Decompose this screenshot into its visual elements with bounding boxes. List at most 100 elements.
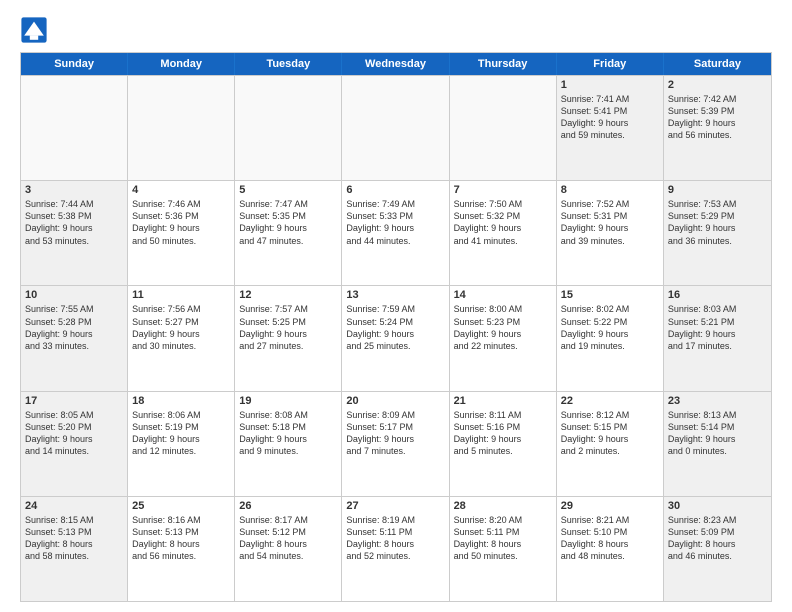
cell-info-line: and 30 minutes. (132, 340, 230, 352)
day-number: 28 (454, 500, 552, 512)
cell-info-line: Daylight: 9 hours (668, 222, 767, 234)
day-number: 16 (668, 289, 767, 301)
day-number: 13 (346, 289, 444, 301)
cell-info-line: Daylight: 8 hours (561, 538, 659, 550)
cell-info-line: Sunset: 5:12 PM (239, 526, 337, 538)
empty-cell (342, 76, 449, 180)
cell-info-line: Daylight: 9 hours (346, 222, 444, 234)
cell-info-line: and 33 minutes. (25, 340, 123, 352)
cell-info-line: Sunset: 5:28 PM (25, 316, 123, 328)
calendar-body: 1Sunrise: 7:41 AMSunset: 5:41 PMDaylight… (21, 75, 771, 601)
cell-info-line: Daylight: 9 hours (346, 433, 444, 445)
cell-info-line: Sunset: 5:16 PM (454, 421, 552, 433)
cell-info-line: Sunrise: 8:20 AM (454, 514, 552, 526)
cell-info-line: Sunset: 5:24 PM (346, 316, 444, 328)
empty-cell (235, 76, 342, 180)
cell-info-line: Sunrise: 8:08 AM (239, 409, 337, 421)
cell-info-line: and 5 minutes. (454, 445, 552, 457)
day-number: 17 (25, 395, 123, 407)
day-number: 26 (239, 500, 337, 512)
cell-info-line: Daylight: 9 hours (454, 222, 552, 234)
day-number: 19 (239, 395, 337, 407)
day-number: 22 (561, 395, 659, 407)
cell-info-line: Sunrise: 8:21 AM (561, 514, 659, 526)
cell-info-line: Sunset: 5:17 PM (346, 421, 444, 433)
day-cell-28: 28Sunrise: 8:20 AMSunset: 5:11 PMDayligh… (450, 497, 557, 601)
cell-info-line: Sunrise: 7:47 AM (239, 198, 337, 210)
cell-info-line: Sunset: 5:39 PM (668, 105, 767, 117)
cell-info-line: Daylight: 8 hours (239, 538, 337, 550)
empty-cell (21, 76, 128, 180)
cell-info-line: Sunset: 5:09 PM (668, 526, 767, 538)
cell-info-line: Daylight: 9 hours (668, 328, 767, 340)
day-number: 15 (561, 289, 659, 301)
cell-info-line: and 0 minutes. (668, 445, 767, 457)
day-header-saturday: Saturday (664, 53, 771, 75)
cell-info-line: Daylight: 9 hours (239, 433, 337, 445)
cell-info-line: Sunset: 5:23 PM (454, 316, 552, 328)
cell-info-line: and 48 minutes. (561, 550, 659, 562)
cell-info-line: and 41 minutes. (454, 235, 552, 247)
day-cell-23: 23Sunrise: 8:13 AMSunset: 5:14 PMDayligh… (664, 392, 771, 496)
day-number: 2 (668, 79, 767, 91)
day-number: 25 (132, 500, 230, 512)
cell-info-line: Sunrise: 7:49 AM (346, 198, 444, 210)
cell-info-line: Sunset: 5:15 PM (561, 421, 659, 433)
day-number: 4 (132, 184, 230, 196)
cell-info-line: and 47 minutes. (239, 235, 337, 247)
cell-info-line: Sunset: 5:29 PM (668, 210, 767, 222)
page: SundayMondayTuesdayWednesdayThursdayFrid… (0, 0, 792, 612)
calendar-header: SundayMondayTuesdayWednesdayThursdayFrid… (21, 53, 771, 75)
day-cell-30: 30Sunrise: 8:23 AMSunset: 5:09 PMDayligh… (664, 497, 771, 601)
day-cell-13: 13 Sunrise: 7:59 AMSunset: 5:24 PMDayligh… (342, 286, 449, 390)
day-number: 3 (25, 184, 123, 196)
day-cell-6: 6Sunrise: 7:49 AMSunset: 5:33 PMDaylight… (342, 181, 449, 285)
cell-info-line: and 27 minutes. (239, 340, 337, 352)
cell-info-line: Sunrise: 8:19 AM (346, 514, 444, 526)
cell-info-line: Sunrise: 8:03 AM (668, 303, 767, 315)
cell-info-line: Sunrise: 8:15 AM (25, 514, 123, 526)
cell-info-line: Daylight: 9 hours (239, 222, 337, 234)
cell-info-line: Daylight: 8 hours (454, 538, 552, 550)
cell-info-line: and 59 minutes. (561, 129, 659, 141)
cell-info-line: Sunrise: 7:59 AM (346, 303, 444, 315)
day-number: 29 (561, 500, 659, 512)
cell-info-line: Sunrise: 8:17 AM (239, 514, 337, 526)
day-number: 21 (454, 395, 552, 407)
day-cell-12: 12Sunrise: 7:57 AMSunset: 5:25 PMDayligh… (235, 286, 342, 390)
cell-info-line: Sunset: 5:25 PM (239, 316, 337, 328)
cell-info-line: Daylight: 9 hours (346, 328, 444, 340)
day-cell-17: 17Sunrise: 8:05 AMSunset: 5:20 PMDayligh… (21, 392, 128, 496)
day-number: 5 (239, 184, 337, 196)
cell-info-line: and 50 minutes. (454, 550, 552, 562)
cell-info-line: Sunrise: 8:06 AM (132, 409, 230, 421)
cell-info-line: Sunrise: 8:23 AM (668, 514, 767, 526)
cell-info-line: Daylight: 9 hours (668, 433, 767, 445)
cell-info-line: and 14 minutes. (25, 445, 123, 457)
cell-info-line: and 54 minutes. (239, 550, 337, 562)
cell-info-line: Sunrise: 8:02 AM (561, 303, 659, 315)
cell-info-line: Daylight: 9 hours (454, 328, 552, 340)
cell-info-line: and 22 minutes. (454, 340, 552, 352)
day-number: 23 (668, 395, 767, 407)
cell-info-line: and 2 minutes. (561, 445, 659, 457)
day-cell-20: 20Sunrise: 8:09 AMSunset: 5:17 PMDayligh… (342, 392, 449, 496)
cell-info-line: Daylight: 9 hours (561, 328, 659, 340)
day-cell-14: 14Sunrise: 8:00 AMSunset: 5:23 PMDayligh… (450, 286, 557, 390)
day-header-tuesday: Tuesday (235, 53, 342, 75)
cell-info-line: and 36 minutes. (668, 235, 767, 247)
day-cell-22: 22Sunrise: 8:12 AMSunset: 5:15 PMDayligh… (557, 392, 664, 496)
cell-info-line: Sunset: 5:20 PM (25, 421, 123, 433)
day-header-friday: Friday (557, 53, 664, 75)
day-number: 6 (346, 184, 444, 196)
day-cell-29: 29Sunrise: 8:21 AMSunset: 5:10 PMDayligh… (557, 497, 664, 601)
cell-info-line: and 52 minutes. (346, 550, 444, 562)
cell-info-line: and 7 minutes. (346, 445, 444, 457)
cell-info-line: Sunset: 5:11 PM (346, 526, 444, 538)
cell-info-line: Daylight: 9 hours (25, 433, 123, 445)
day-number: 10 (25, 289, 123, 301)
cell-info-line: Sunset: 5:31 PM (561, 210, 659, 222)
cell-info-line: Daylight: 9 hours (668, 117, 767, 129)
cell-info-line: Sunrise: 7:50 AM (454, 198, 552, 210)
cell-info-line: Daylight: 9 hours (132, 222, 230, 234)
